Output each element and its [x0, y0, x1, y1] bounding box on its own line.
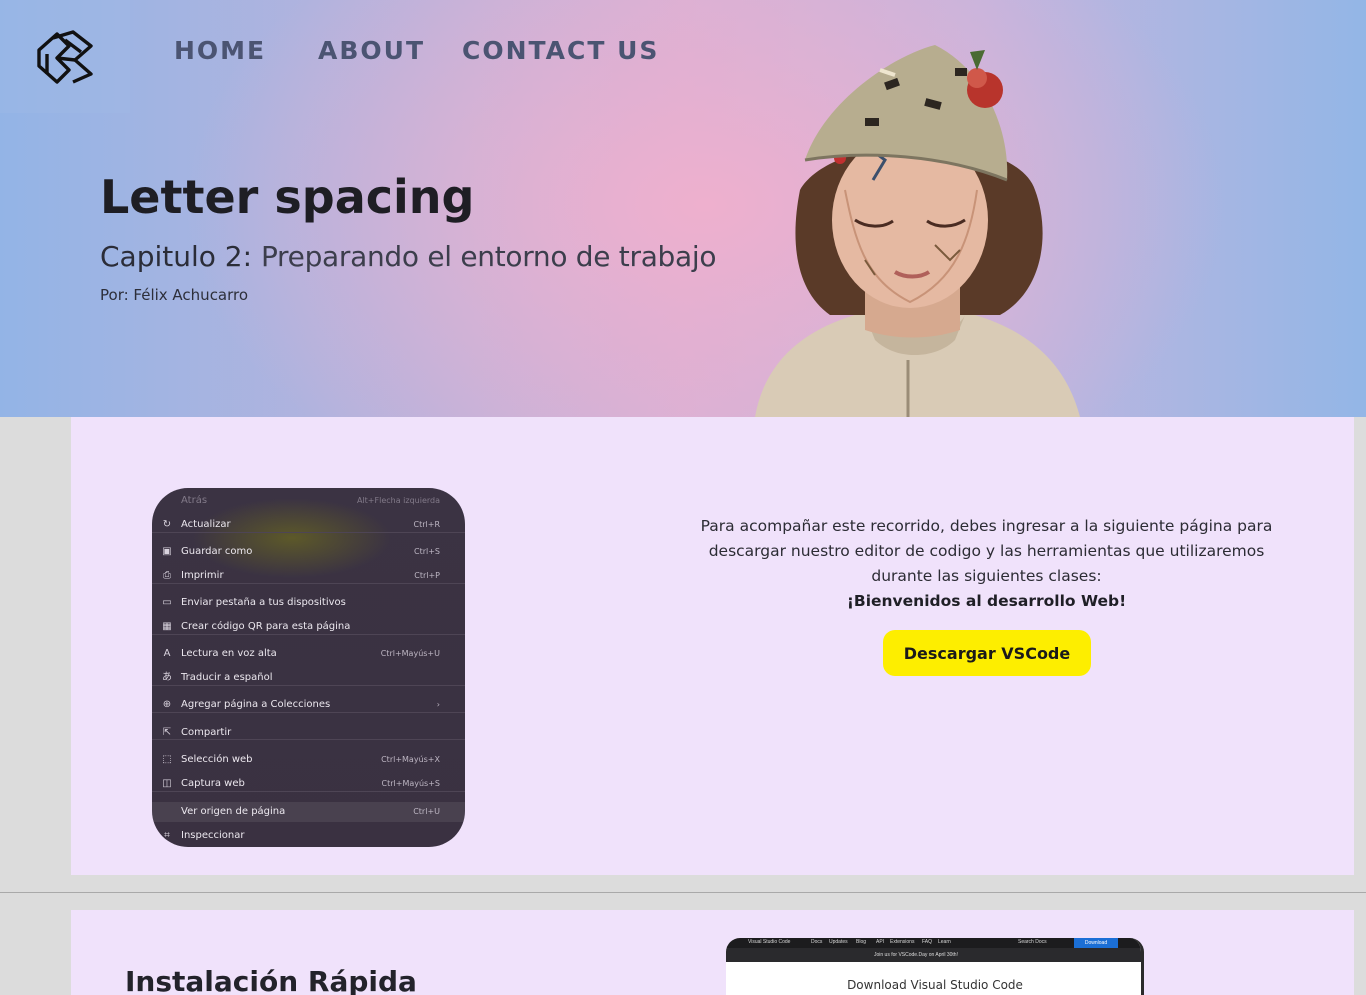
menu-item[interactable]: ⇱ Compartir	[152, 723, 465, 743]
menu-item-shortcut: Ctrl+P	[414, 571, 440, 580]
translate-icon: あ	[162, 672, 172, 683]
menu-item[interactable]: ▭ Enviar pestaña a tus dispositivos	[152, 593, 465, 613]
menu-item-label: Enviar pestaña a tus dispositivos	[181, 597, 346, 608]
download-vscode-button[interactable]: Descargar VSCode	[883, 630, 1091, 676]
menu-item[interactable]: あ Traducir a español	[152, 668, 465, 688]
menu-item[interactable]: ⌗ Inspeccionar	[152, 826, 465, 846]
vscode-banner-text: Join us for VSCode.Day on April 30th!	[874, 952, 958, 958]
menu-item-label: Imprimir	[181, 570, 224, 581]
download-instructions: Para acompañar este recorrido, debes ing…	[699, 514, 1274, 614]
save-icon: ▣	[162, 546, 172, 557]
hero-banner: HOME ABOUT CONTACT US Letter spacing Cap…	[0, 0, 1366, 417]
menu-item[interactable]: ▦ Crear código QR para esta página	[152, 617, 465, 637]
menu-item[interactable]: Atrás Alt+Flecha izquierda	[152, 491, 465, 511]
menu-item-label: Captura web	[181, 778, 245, 789]
nav-contact-us[interactable]: CONTACT US	[462, 36, 659, 65]
menu-item-label: Traducir a español	[181, 672, 273, 683]
download-section: Atrás Alt+Flecha izquierda ↻ Actualizar Ctrl…	[71, 417, 1354, 875]
menu-item-label: Guardar como	[181, 546, 253, 557]
vscode-site-navbar: Visual Studio Code Docs Updates Blog API…	[726, 938, 1141, 948]
subtitle-chapter: Capitulo 2:	[100, 240, 253, 273]
context-menu-screenshot: Atrás Alt+Flecha izquierda ↻ Actualizar Ctrl…	[152, 488, 465, 847]
menu-item-label: Selección web	[181, 754, 253, 765]
menu-item-shortcut: ›	[436, 700, 440, 709]
collections-icon: ⊕	[162, 699, 172, 710]
menu-item-label: Actualizar	[181, 519, 231, 530]
menu-item-label: Compartir	[181, 727, 232, 738]
author-byline: Por: Félix Achucarro	[100, 286, 249, 304]
vscode-search: Search Docs	[1018, 939, 1047, 945]
vscode-download-screenshot: Visual Studio Code Docs Updates Blog API…	[726, 938, 1144, 995]
menu-item[interactable]: ⎙ Imprimir Ctrl+P	[152, 566, 465, 586]
section-divider	[0, 892, 1366, 893]
vscode-nav-learn: Learn	[938, 939, 951, 945]
page-title: Letter spacing	[100, 170, 475, 224]
web-select-icon: ⬚	[162, 754, 172, 765]
nav-about[interactable]: ABOUT	[318, 36, 425, 65]
menu-item[interactable]: ◫ Captura web Ctrl+Mayús+S	[152, 774, 465, 794]
share-icon: ⇱	[162, 727, 172, 738]
menu-item[interactable]: ⊕ Agregar página a Colecciones ›	[152, 695, 465, 715]
menu-item-shortcut: Ctrl+Mayús+S	[381, 779, 441, 788]
qr-icon: ▦	[162, 621, 172, 632]
instruction-line-2: descargar nuestro editor de codigo y las…	[708, 542, 1265, 560]
refresh-icon: ↻	[162, 519, 172, 530]
section-title: Instalación Rápida	[125, 965, 417, 995]
menu-item-label: Crear código QR para esta página	[181, 621, 351, 632]
menu-item-shortcut: Ctrl+Mayús+X	[381, 755, 440, 764]
menu-item-shortcut: Ctrl+S	[413, 547, 440, 556]
menu-item-label: Agregar página a Colecciones	[181, 699, 331, 710]
nav-home[interactable]: HOME	[174, 36, 266, 65]
subtitle-topic: Preparando el entorno de trabajo	[260, 240, 717, 273]
menu-item[interactable]: ⬚ Selección web Ctrl+Mayús+X	[152, 750, 465, 770]
logo[interactable]	[0, 0, 130, 113]
vscode-download-heading: Download Visual Studio Code	[847, 978, 1023, 992]
geometric-logo-icon	[37, 29, 93, 84]
menu-item[interactable]: Ver origen de página Ctrl+U	[152, 802, 465, 822]
vscode-nav-updates: Updates	[829, 939, 848, 945]
vscode-nav-blog: Blog	[856, 939, 867, 945]
menu-item-shortcut: Ctrl+R	[413, 520, 441, 529]
page-subtitle: Capitulo 2: Preparando el entorno de tra…	[100, 240, 717, 273]
menu-item-label: Atrás	[181, 495, 208, 506]
inspect-icon: ⌗	[164, 830, 170, 841]
read-aloud-icon: A	[163, 648, 171, 659]
web-capture-icon: ◫	[162, 778, 172, 789]
instruction-line-3: durante las siguientes clases:	[871, 567, 1102, 585]
vscode-nav-extensions: Extensions	[890, 939, 915, 945]
vscode-nav-api: API	[876, 939, 885, 945]
menu-item-label: Inspeccionar	[181, 830, 245, 841]
vscode-announcement: Join us for VSCode.Day on April 30th!	[726, 948, 1141, 962]
welcome-text: ¡Bienvenidos al desarrollo Web!	[846, 592, 1127, 610]
menu-item[interactable]: ▣ Guardar como Ctrl+S	[152, 542, 465, 562]
menu-item-label: Ver origen de página	[181, 806, 286, 817]
print-icon: ⎙	[163, 570, 171, 581]
vscode-nav-faq: FAQ	[922, 939, 933, 945]
quick-install-section: Instalación Rápida Visual Studio Code Do…	[71, 910, 1354, 995]
menu-item-shortcut: Alt+Flecha izquierda	[356, 496, 440, 505]
menu-item-label: Lectura en voz alta	[181, 648, 277, 659]
portrait-image	[755, 45, 1080, 417]
vscode-nav-docs: Docs	[811, 939, 823, 945]
devices-icon: ▭	[162, 597, 172, 608]
vscode-brand: Visual Studio Code	[748, 939, 791, 945]
menu-item-shortcut: Ctrl+U	[413, 807, 440, 816]
vscode-download-badge: Download	[1074, 938, 1118, 948]
menu-item[interactable]: ↻ Actualizar Ctrl+R	[152, 515, 465, 535]
menu-item[interactable]: A Lectura en voz alta Ctrl+Mayús+U	[152, 644, 465, 664]
instruction-line-1: Para acompañar este recorrido, debes ing…	[700, 517, 1273, 535]
menu-item-shortcut: Ctrl+Mayús+U	[380, 649, 440, 658]
